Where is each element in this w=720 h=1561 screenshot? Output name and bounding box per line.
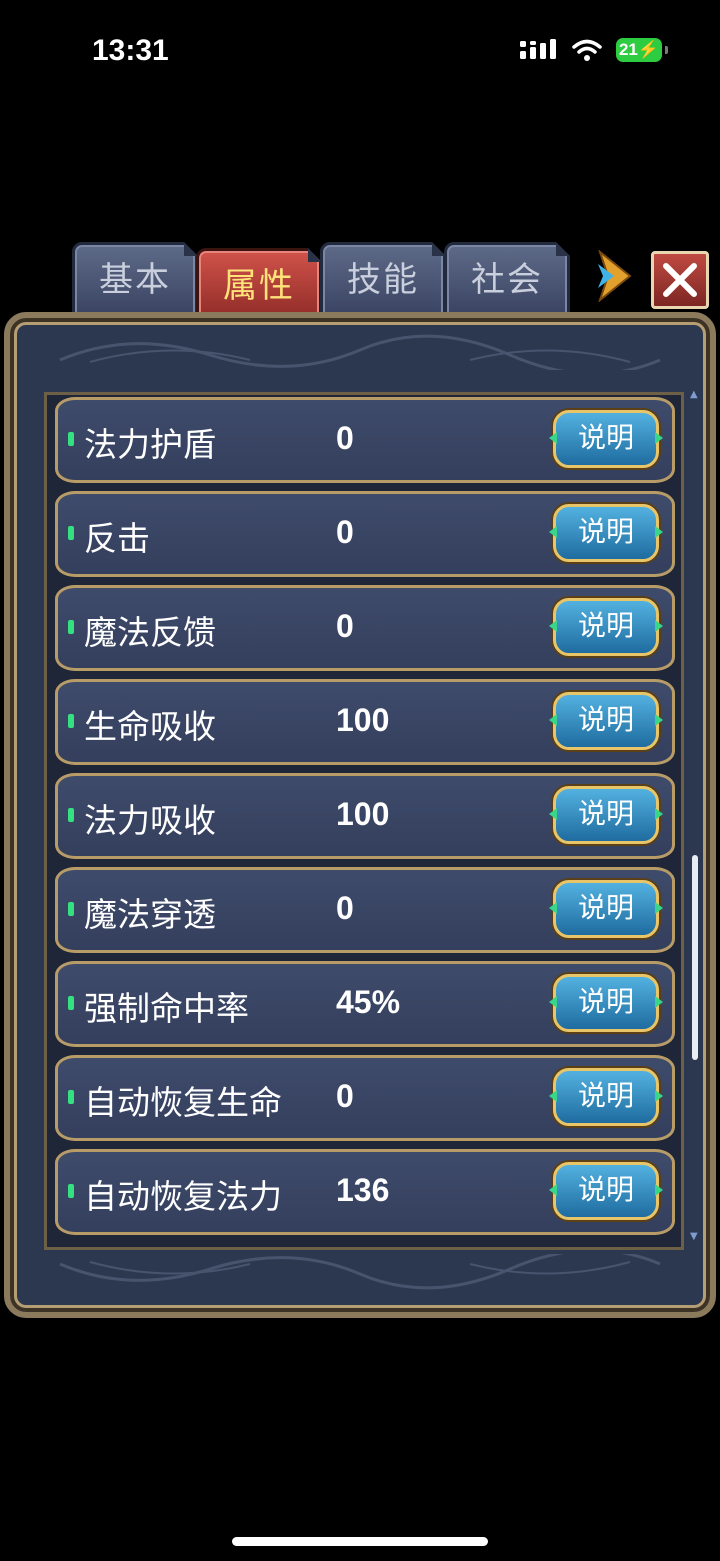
row-label: 魔法穿透 — [84, 895, 216, 934]
attribute-row-mana-steal: 法力吸收 100 说明 — [55, 773, 675, 859]
attributes-panel: 法力护盾 0 说明 反击 0 说明 魔法反馈 0 说明 生命吸收 100 说明 … — [4, 312, 716, 1318]
battery-level: 21 — [618, 40, 638, 59]
row-label: 法力护盾 — [84, 425, 216, 464]
row-marker-icon — [68, 902, 74, 916]
row-marker-icon — [68, 526, 74, 540]
row-value: 100 — [336, 796, 390, 832]
info-button[interactable]: 说明 — [553, 880, 659, 938]
home-indicator[interactable] — [232, 1537, 488, 1546]
scroll-down-icon[interactable]: ▼ — [690, 1232, 700, 1242]
row-label: 魔法反馈 — [84, 613, 216, 652]
row-marker-icon — [68, 620, 74, 634]
row-value: 0 — [336, 1078, 354, 1114]
signal-icon — [520, 39, 556, 59]
attribute-row-life-steal: 生命吸收 100 说明 — [55, 679, 675, 765]
close-button[interactable] — [651, 251, 709, 309]
attribute-row-counterattack: 反击 0 说明 — [55, 491, 675, 577]
info-button[interactable]: 说明 — [553, 410, 659, 468]
row-label: 强制命中率 — [84, 989, 249, 1028]
info-button[interactable]: 说明 — [553, 1162, 659, 1220]
row-marker-icon — [68, 996, 74, 1010]
row-value: 0 — [336, 420, 354, 456]
attribute-list[interactable]: 法力护盾 0 说明 反击 0 说明 魔法反馈 0 说明 生命吸收 100 说明 … — [44, 392, 684, 1250]
status-icons: 21⚡ — [520, 38, 668, 62]
row-marker-icon — [68, 1090, 74, 1104]
row-marker-icon — [68, 1184, 74, 1198]
attribute-row-auto-regen-mana: 自动恢复法力 136 说明 — [55, 1149, 675, 1235]
tab-basic[interactable]: 基本 — [72, 242, 198, 318]
row-label: 生命吸收 — [84, 707, 216, 746]
info-button[interactable]: 说明 — [553, 1068, 659, 1126]
row-value: 0 — [336, 514, 354, 550]
row-value: 45% — [336, 984, 401, 1020]
row-marker-icon — [68, 808, 74, 822]
forward-arrow-icon[interactable] — [594, 250, 634, 302]
status-time: 13:31 — [92, 34, 169, 67]
info-button[interactable]: 说明 — [553, 786, 659, 844]
row-label: 自动恢复法力 — [84, 1177, 282, 1216]
row-value: 0 — [336, 890, 354, 926]
scrollbar-thumb[interactable] — [692, 855, 698, 1060]
attribute-row-magic-penetration: 魔法穿透 0 说明 — [55, 867, 675, 953]
row-label: 自动恢复生命 — [84, 1083, 282, 1122]
attribute-row-forced-hit-rate: 强制命中率 45% 说明 — [55, 961, 675, 1047]
tab-skills[interactable]: 技能 — [320, 242, 446, 318]
row-marker-icon — [68, 714, 74, 728]
attribute-row-mana-shield: 法力护盾 0 说明 — [55, 397, 675, 483]
panel-ornament-top — [59, 334, 661, 370]
info-button[interactable]: 说明 — [553, 974, 659, 1032]
row-marker-icon — [68, 432, 74, 446]
battery-indicator: 21⚡ — [616, 38, 668, 62]
row-label: 法力吸收 — [84, 801, 216, 840]
wifi-icon — [572, 39, 602, 61]
scroll-up-icon[interactable]: ▲ — [690, 390, 700, 400]
info-button[interactable]: 说明 — [553, 692, 659, 750]
info-button[interactable]: 说明 — [553, 504, 659, 562]
row-value: 100 — [336, 702, 390, 738]
row-value: 0 — [336, 608, 354, 644]
close-icon — [663, 263, 697, 297]
panel-ornament-bottom — [59, 1254, 661, 1290]
tab-social[interactable]: 社会 — [444, 242, 570, 318]
info-button[interactable]: 说明 — [553, 598, 659, 656]
row-value: 136 — [336, 1172, 390, 1208]
row-label: 反击 — [84, 519, 150, 558]
attribute-row-magic-feedback: 魔法反馈 0 说明 — [55, 585, 675, 671]
attribute-row-auto-regen-life: 自动恢复生命 0 说明 — [55, 1055, 675, 1141]
